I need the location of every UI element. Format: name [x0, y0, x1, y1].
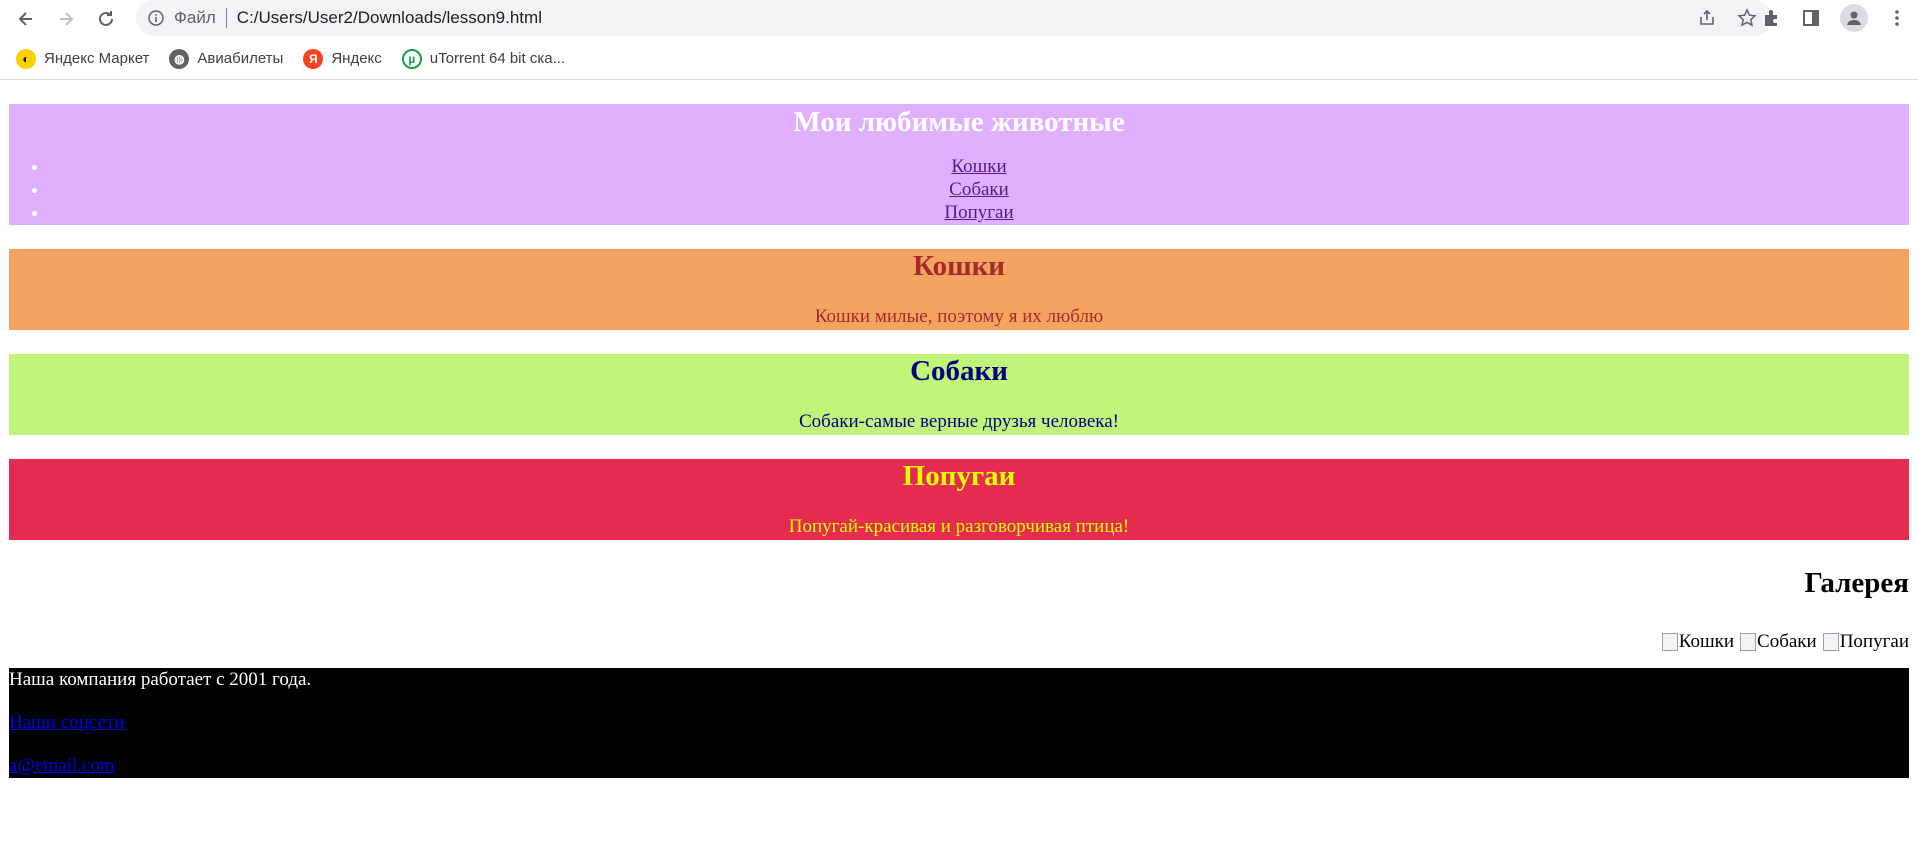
- bookmarks-bar: ◐ Яндекс Маркет ◍ Авиабилеты Я Яндекс µ …: [0, 38, 1918, 80]
- gallery-section: Галерея Кошки Собаки Попугаи: [9, 566, 1909, 653]
- section-text: Попугай-красивая и разговорчивая птица!: [788, 516, 1130, 537]
- nav-list: Кошки Собаки Попугаи: [9, 155, 1909, 224]
- social-link[interactable]: Наши соцсети: [9, 712, 124, 733]
- reload-button[interactable]: [86, 1, 126, 37]
- page-header: Мои любимые животные Кошки Собаки Попуга…: [9, 104, 1909, 225]
- bookmark-label: Яндекс Маркет: [44, 50, 150, 67]
- globe-icon: ◍: [169, 48, 190, 69]
- image-alt-text: Собаки: [1757, 631, 1817, 652]
- section-title: Попугаи: [902, 460, 1016, 492]
- nav-item: Кошки: [49, 155, 1909, 178]
- footer-social-row: Наши соцсети: [9, 711, 1909, 734]
- profile-avatar-icon[interactable]: [1840, 4, 1868, 32]
- yandex-icon: Я: [303, 48, 324, 69]
- gallery-title: Галерея: [1804, 567, 1910, 599]
- broken-image-icon: [1822, 632, 1839, 651]
- address-bar-actions: [1696, 7, 1758, 29]
- yandex-market-icon: ◐: [16, 48, 36, 69]
- gallery-images: Кошки Собаки Попугаи: [9, 630, 1909, 653]
- url-text[interactable]: C:/Users/User2/Downloads/lesson9.html: [237, 8, 542, 28]
- broken-image-icon: [1661, 632, 1678, 651]
- nav-link-cats[interactable]: Кошки: [951, 156, 1006, 177]
- page-footer: Наша компания работает с 2001 года. Наши…: [9, 668, 1909, 778]
- bookmark-label: uTorrent 64 bit ска...: [429, 50, 566, 67]
- browser-chrome: Файл C:/Users/User2/Downloads/lesson9.ht…: [0, 0, 1918, 80]
- nav-link-parrots[interactable]: Попугаи: [944, 202, 1013, 223]
- menu-kebab-icon[interactable]: [1886, 7, 1908, 29]
- section-title: Собаки: [910, 355, 1008, 387]
- share-icon[interactable]: [1696, 7, 1718, 29]
- section-title: Кошки: [913, 250, 1005, 282]
- bookmark-aviabilety[interactable]: ◍ Авиабилеты: [169, 48, 284, 69]
- address-bar[interactable]: Файл C:/Users/User2/Downloads/lesson9.ht…: [136, 0, 1772, 36]
- section-text: Кошки милые, поэтому я их люблю: [814, 306, 1104, 327]
- email-link[interactable]: a@email.com: [9, 755, 115, 776]
- arrow-right-icon: [60, 12, 74, 26]
- gallery-image-cats: Кошки: [1661, 630, 1735, 653]
- section-cats: Кошки Кошки милые, поэтому я их люблю: [9, 249, 1909, 330]
- scheme-label: Файл: [174, 8, 216, 27]
- section-dogs: Собаки Собаки-самые верные друзья челове…: [9, 354, 1909, 435]
- divider: [225, 8, 227, 28]
- image-alt-text: Попугаи: [1839, 631, 1909, 652]
- bookmark-yandex-market[interactable]: ◐ Яндекс Маркет: [16, 48, 150, 69]
- nav-link-dogs[interactable]: Собаки: [949, 179, 1009, 200]
- footer-email-row: a@email.com: [9, 754, 1909, 777]
- page-content: Мои любимые животные Кошки Собаки Попуга…: [0, 104, 1918, 778]
- footer-text: Наша компания работает с 2001 года.: [9, 669, 312, 690]
- side-panel-icon[interactable]: [1800, 7, 1822, 29]
- arrow-left-icon: [18, 12, 32, 26]
- extensions-icon[interactable]: [1760, 7, 1782, 29]
- bookmark-utorrent[interactable]: µ uTorrent 64 bit ска...: [401, 48, 566, 69]
- bookmark-star-icon[interactable]: [1736, 7, 1758, 29]
- page-title: Мои любимые животные: [793, 106, 1125, 138]
- broken-image-icon: [1740, 632, 1757, 651]
- forward-button[interactable]: [46, 1, 86, 37]
- bookmark-label: Авиабилеты: [197, 50, 284, 67]
- back-button[interactable]: [6, 1, 46, 37]
- image-alt-text: Кошки: [1678, 631, 1735, 652]
- toolbar-right: [1760, 0, 1918, 36]
- bookmark-label: Яндекс: [331, 50, 382, 67]
- section-text: Собаки-самые верные друзья человека!: [798, 411, 1120, 432]
- section-parrots: Попугаи Попугай-красивая и разговорчивая…: [9, 459, 1909, 540]
- utorrent-icon: µ: [401, 48, 422, 69]
- gallery-image-parrots: Попугаи: [1822, 630, 1909, 653]
- reload-icon: [99, 11, 113, 26]
- nav-item: Попугаи: [49, 201, 1909, 224]
- nav-item: Собаки: [49, 178, 1909, 201]
- gallery-image-dogs: Собаки: [1740, 630, 1817, 653]
- bookmark-yandex[interactable]: Я Яндекс: [303, 48, 382, 69]
- info-icon[interactable]: [148, 10, 164, 26]
- browser-toolbar: Файл C:/Users/User2/Downloads/lesson9.ht…: [0, 0, 1918, 38]
